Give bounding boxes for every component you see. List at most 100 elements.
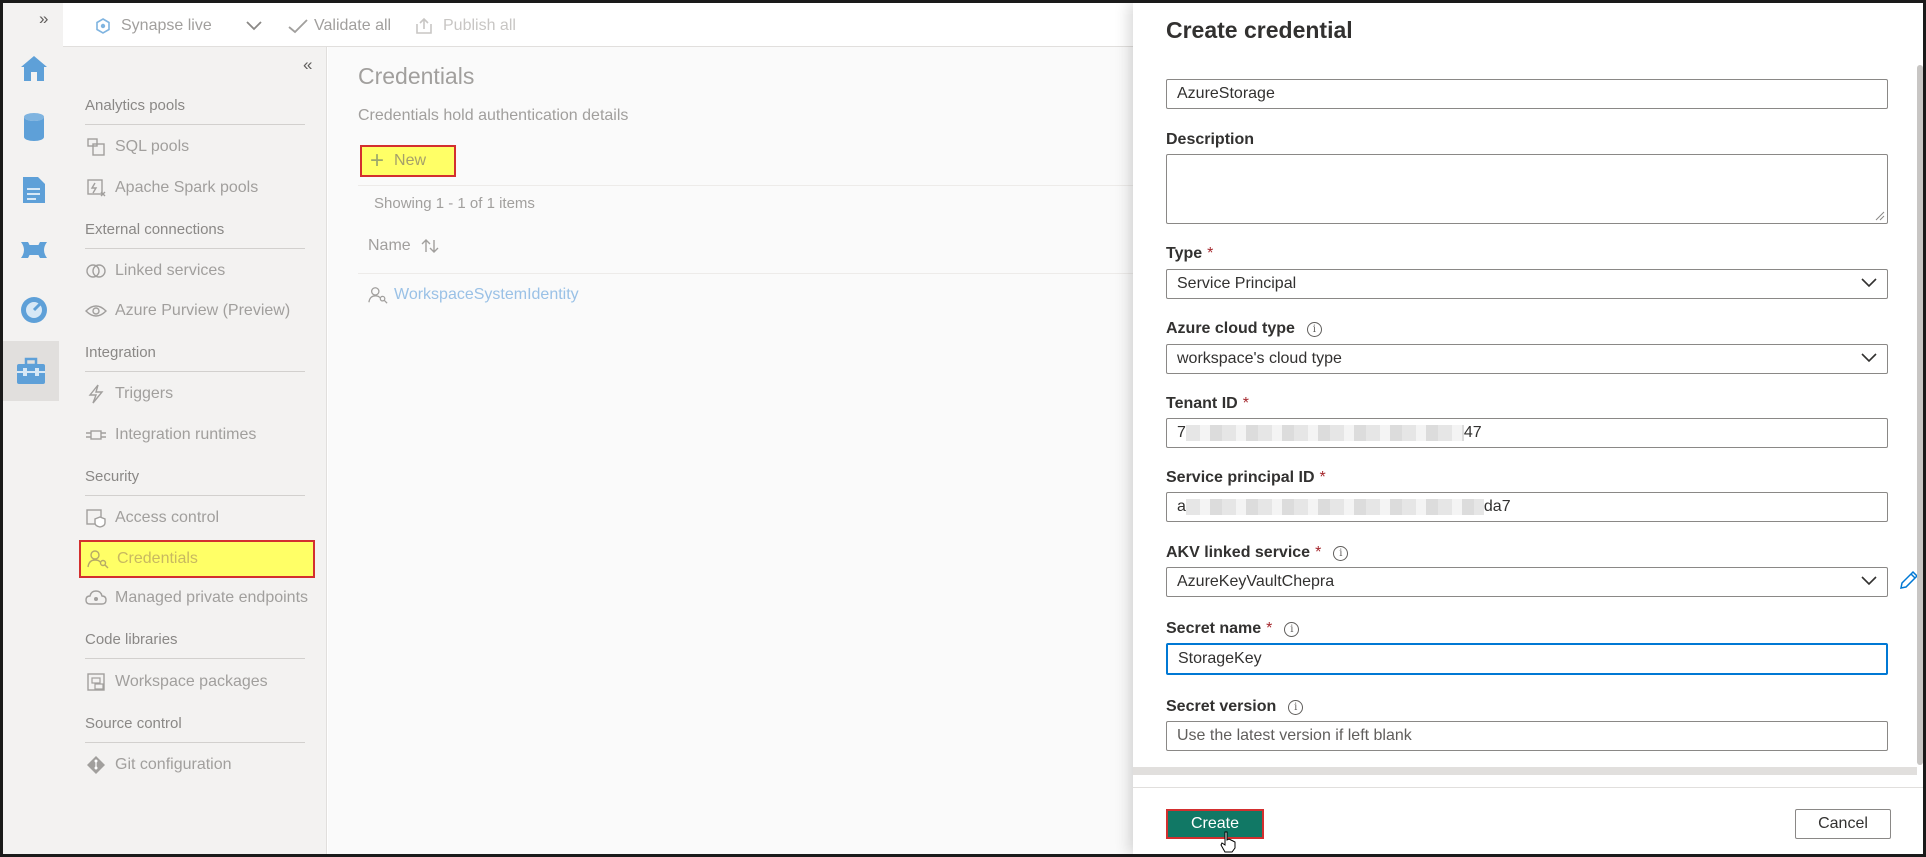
info-icon[interactable]: i (1333, 545, 1349, 561)
nav-section-title: External connections (85, 221, 305, 249)
column-header-label: Name (368, 237, 411, 254)
expand-rail-button[interactable]: » (39, 9, 48, 29)
nav-item-apache-spark-pools[interactable]: Apache Spark pools (85, 175, 258, 201)
credential-name-input[interactable]: AzureStorage (1166, 79, 1888, 109)
collapse-nav-button[interactable]: « (303, 55, 312, 75)
page-description: Credentials hold authentication details (358, 107, 629, 124)
credential-name-link[interactable]: WorkspaceSystemIdentity (394, 286, 579, 304)
home-icon[interactable] (17, 51, 51, 85)
chevron-down-icon (1861, 576, 1877, 586)
description-textarea[interactable] (1166, 154, 1888, 224)
cloud-type-select[interactable]: workspace's cloud type (1166, 344, 1888, 374)
secret-name-input[interactable]: StorageKey (1166, 643, 1888, 675)
credential-name-value: AzureStorage (1177, 85, 1275, 102)
data-icon[interactable] (17, 110, 51, 144)
plus-icon: + (370, 147, 385, 174)
akv-linked-service-label: AKV linked service * i (1166, 544, 1349, 562)
panel-title: Create credential (1166, 17, 1353, 43)
integrate-icon[interactable] (17, 233, 51, 267)
lightning-icon (85, 384, 107, 404)
nav-item-label: Access control (115, 509, 220, 526)
secret-name-value: StorageKey (1178, 650, 1262, 667)
new-credential-button[interactable]: + New (360, 145, 456, 177)
tenant-id-prefix: 7 (1177, 424, 1186, 441)
info-icon[interactable]: i (1306, 321, 1322, 337)
type-value: Service Principal (1177, 275, 1297, 292)
checkmark-icon (288, 19, 308, 34)
cancel-button-label: Cancel (1818, 815, 1868, 832)
secret-version-input[interactable]: Use the latest version if left blank (1166, 721, 1888, 751)
new-button-label: New (394, 152, 427, 169)
app-window: » Synapse live Validate all Publish all … (0, 0, 1926, 857)
nav-item-git-configuration[interactable]: Git configuration (85, 752, 232, 778)
info-icon[interactable]: i (1284, 621, 1300, 637)
required-asterisk: * (1315, 544, 1322, 561)
nav-item-triggers[interactable]: Triggers (85, 381, 173, 407)
credential-icon (368, 287, 388, 304)
sp-id-suffix: da7 (1483, 498, 1511, 515)
resize-handle-icon[interactable] (1875, 211, 1885, 221)
chevron-down-icon[interactable] (246, 21, 262, 31)
nav-item-azure-purview[interactable]: Azure Purview (Preview) (85, 298, 290, 324)
nav-item-credentials[interactable]: Credentials (79, 540, 315, 578)
type-select[interactable]: Service Principal (1166, 269, 1888, 299)
nav-item-label: Linked services (115, 262, 226, 279)
nav-item-label: SQL pools (115, 138, 190, 155)
nav-item-label: Triggers (115, 385, 174, 402)
nav-item-label: Managed private endpoints (115, 589, 309, 606)
akv-linked-service-select[interactable]: AzureKeyVaultChepra (1166, 567, 1888, 597)
tenant-id-suffix: 47 (1463, 424, 1482, 441)
secret-name-label: Secret name * i (1166, 620, 1300, 638)
nav-item-access-control[interactable]: Access control (85, 505, 219, 531)
sql-pool-icon (85, 137, 107, 157)
required-asterisk: * (1242, 395, 1249, 412)
sort-icon (421, 239, 439, 253)
create-button[interactable]: Create (1166, 809, 1264, 839)
nav-item-managed-private-endpoints[interactable]: Managed private endpoints (85, 585, 308, 611)
credential-icon (87, 549, 109, 569)
table-row[interactable]: WorkspaceSystemIdentity (368, 285, 579, 305)
redacted-value (1185, 499, 1484, 515)
nav-item-linked-services[interactable]: Linked services (85, 258, 225, 284)
upload-icon (416, 17, 432, 34)
nav-item-workspace-packages[interactable]: Workspace packages (85, 669, 268, 695)
validate-all-button[interactable]: Validate all (288, 17, 391, 35)
workspace-selector[interactable]: Synapse live (95, 17, 262, 35)
vertical-scrollbar[interactable] (1917, 65, 1923, 765)
nav-item-label: Credentials (117, 550, 198, 567)
akv-linked-service-value: AzureKeyVaultChepra (1177, 573, 1335, 590)
workspace-label: Synapse live (121, 17, 212, 34)
eye-icon (85, 301, 107, 321)
nav-item-integration-runtimes[interactable]: Integration runtimes (85, 422, 256, 448)
nav-section-title: Source control (85, 715, 305, 743)
horizontal-scrollbar[interactable] (1133, 767, 1917, 775)
service-principal-id-input[interactable]: a da7 (1166, 492, 1888, 522)
monitor-icon[interactable] (17, 293, 51, 327)
nav-item-label: Git configuration (115, 756, 232, 773)
publish-all-button[interactable]: Publish all (415, 17, 516, 35)
cancel-button[interactable]: Cancel (1795, 809, 1891, 839)
cloud-type-label: Azure cloud type i (1166, 320, 1322, 338)
top-toolbar: Synapse live Validate all Publish all (63, 3, 1133, 47)
linked-services-icon (85, 261, 107, 281)
column-header-name[interactable]: Name (368, 237, 439, 255)
nav-item-sql-pools[interactable]: SQL pools (85, 134, 189, 160)
chevron-down-icon (1861, 278, 1877, 288)
manage-icon[interactable] (3, 341, 59, 401)
divider (1133, 787, 1923, 788)
type-label: Type * (1166, 245, 1214, 262)
info-icon[interactable]: i (1288, 699, 1304, 715)
access-control-icon (85, 508, 107, 528)
git-icon (85, 755, 107, 775)
nav-section-title: Code libraries (85, 631, 305, 659)
tenant-id-input[interactable]: 7 47 (1166, 418, 1888, 448)
integration-runtime-icon (85, 425, 107, 445)
required-asterisk: * (1319, 469, 1326, 486)
manage-nav-panel: « Analytics pools SQL pools Apache Spark… (63, 47, 327, 854)
required-asterisk: * (1266, 620, 1273, 637)
develop-icon[interactable] (17, 173, 51, 207)
nav-section-title: Analytics pools (85, 97, 305, 125)
chevron-down-icon (1861, 353, 1877, 363)
nav-section-title: Integration (85, 344, 305, 372)
divider (358, 273, 1133, 274)
